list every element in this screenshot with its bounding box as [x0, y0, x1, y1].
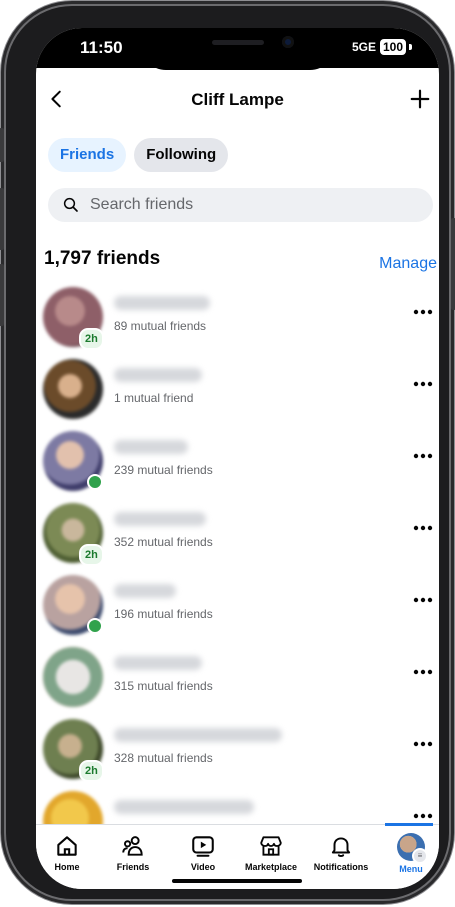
page-title: Cliff Lampe — [191, 90, 284, 109]
nav-home-label: Home — [54, 862, 80, 872]
nav-video-label: Video — [190, 862, 216, 872]
header: Cliff Lampe — [36, 80, 439, 120]
friend-row[interactable]: 1 mutual friend — [36, 356, 439, 428]
more-dots-icon — [413, 525, 433, 531]
more-options-button[interactable] — [411, 300, 435, 324]
search-bar[interactable] — [48, 188, 433, 222]
front-camera — [282, 36, 294, 48]
volume-up-button — [0, 188, 4, 250]
online-indicator — [87, 474, 103, 490]
more-options-button[interactable] — [411, 444, 435, 468]
more-dots-icon — [413, 381, 433, 387]
friend-row[interactable]: 2h 328 mutual friends — [36, 716, 439, 788]
add-friend-button[interactable] — [403, 82, 437, 116]
mute-switch — [0, 128, 4, 162]
active-tab-indicator — [385, 823, 433, 826]
tab-bar: Friends Following — [48, 138, 229, 172]
friends-icon — [122, 836, 143, 856]
tab-friends[interactable]: Friends — [48, 138, 127, 172]
friend-name-redacted — [114, 368, 202, 382]
friend-name-redacted — [114, 728, 282, 742]
nav-marketplace[interactable]: Marketplace — [238, 833, 304, 872]
volume-down-button — [0, 264, 4, 326]
friend-row[interactable]: 315 mutual friends — [36, 644, 439, 716]
screen: 11:50 5GE 100 Cliff Lampe Friends Follow… — [36, 28, 439, 889]
friend-row[interactable]: 196 mutual friends — [36, 572, 439, 644]
more-options-button[interactable] — [411, 516, 435, 540]
more-options-button[interactable] — [411, 588, 435, 612]
battery-tip — [409, 44, 412, 50]
friend-row[interactable]: 2h 89 mutual friends — [36, 284, 439, 356]
online-indicator — [87, 618, 103, 634]
more-options-button[interactable] — [411, 660, 435, 684]
more-dots-icon — [413, 597, 433, 603]
marketplace-icon — [260, 836, 282, 856]
network-indicator: 5GE — [352, 40, 377, 54]
nav-notifications[interactable]: Notifications — [308, 833, 374, 872]
speaker — [212, 40, 264, 45]
active-time-badge: 2h — [79, 760, 104, 782]
profile-avatar-icon: ≡ — [397, 833, 428, 864]
phone-frame: 11:50 5GE 100 Cliff Lampe Friends Follow… — [0, 6, 455, 899]
mutual-friends: 328 mutual friends — [114, 751, 213, 765]
battery-level: 100 — [380, 39, 407, 55]
nav-friends[interactable]: Friends — [100, 833, 166, 872]
friend-name-redacted — [114, 656, 202, 670]
active-time-badge: 2h — [79, 328, 104, 350]
more-dots-icon — [413, 453, 433, 459]
status-time: 11:50 — [80, 38, 123, 57]
friends-count: 1,797 friends — [44, 248, 161, 269]
search-icon — [63, 197, 78, 212]
friend-row[interactable]: 2h 352 mutual friends — [36, 500, 439, 572]
more-options-button[interactable] — [411, 372, 435, 396]
friend-avatar — [43, 647, 103, 707]
manage-link[interactable]: Manage — [379, 255, 437, 273]
more-options-button[interactable] — [411, 732, 435, 756]
friend-row[interactable]: 239 mutual friends — [36, 428, 439, 500]
active-time-badge: 2h — [79, 544, 104, 566]
plus-icon — [410, 89, 430, 109]
friend-name-redacted — [114, 584, 176, 598]
friend-name-redacted — [114, 296, 210, 310]
power-button — [451, 218, 455, 310]
mutual-friends: 239 mutual friends — [114, 463, 213, 477]
mutual-friends: 196 mutual friends — [114, 607, 213, 621]
home-icon — [57, 836, 77, 856]
menu-lines-icon: ≡ — [412, 848, 428, 864]
bell-icon — [331, 837, 351, 857]
search-input[interactable] — [88, 195, 412, 215]
friend-name-redacted — [114, 512, 206, 526]
friend-name-redacted — [114, 800, 254, 814]
mutual-friends: 1 mutual friend — [114, 391, 194, 405]
nav-friends-label: Friends — [116, 862, 150, 872]
video-icon — [192, 836, 214, 857]
mutual-friends: 89 mutual friends — [114, 319, 207, 333]
more-dots-icon — [413, 669, 433, 675]
nav-video[interactable]: Video — [170, 833, 236, 872]
nav-home[interactable]: Home — [36, 833, 100, 872]
more-dots-icon — [413, 813, 433, 819]
more-dots-icon — [413, 309, 433, 315]
friend-name-redacted — [114, 440, 188, 454]
notch — [140, 28, 336, 70]
nav-menu[interactable]: ≡ Menu — [378, 833, 439, 874]
friend-avatar — [43, 359, 103, 419]
mutual-friends: 352 mutual friends — [114, 535, 213, 549]
home-indicator — [172, 879, 302, 883]
mutual-friends: 315 mutual friends — [114, 679, 213, 693]
nav-notifications-label: Notifications — [313, 862, 369, 872]
tab-following[interactable]: Following — [134, 138, 229, 172]
nav-menu-label: Menu — [399, 864, 423, 874]
nav-marketplace-label: Marketplace — [244, 862, 298, 872]
more-dots-icon — [413, 741, 433, 747]
